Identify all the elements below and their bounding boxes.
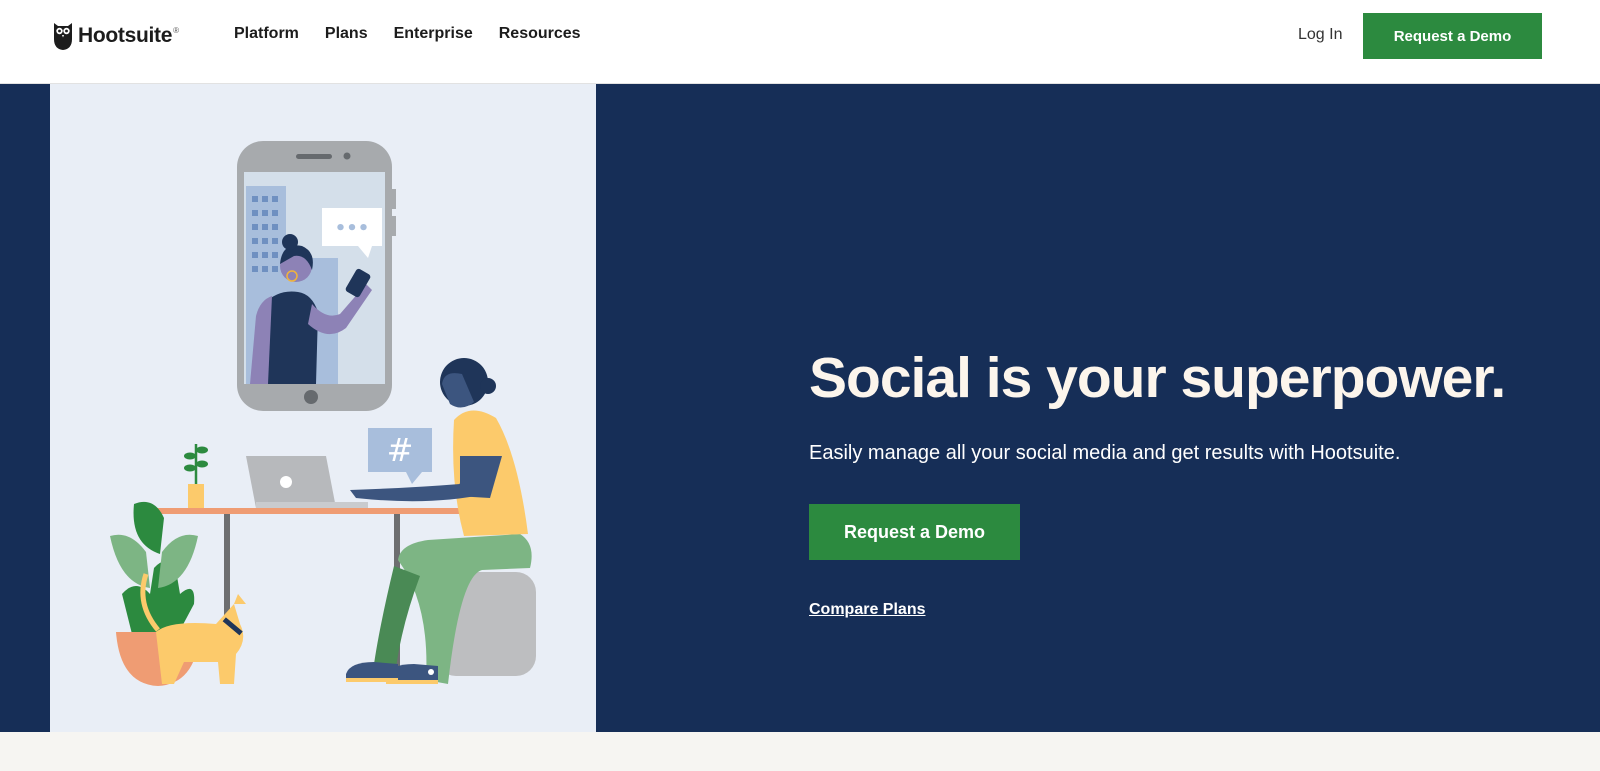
chat-bubble-text: •••: [335, 218, 370, 239]
logo-wordmark: Hootsuite: [78, 24, 173, 47]
registered-mark: ®: [173, 26, 180, 35]
compare-plans-link[interactable]: Compare Plans: [809, 599, 925, 621]
hero-illustration: ••• #: [50, 84, 596, 732]
owl-logo-icon: [54, 23, 72, 50]
hashtag-text: #: [387, 431, 414, 469]
request-demo-hero-button[interactable]: Request a Demo: [809, 504, 1020, 560]
nav-platform[interactable]: Platform: [234, 22, 299, 46]
top-navigation: Hootsuite ® Platform Plans Enterprise Re…: [0, 0, 1600, 84]
hootsuite-logo[interactable]: Hootsuite ®: [52, 20, 179, 52]
desk-top: [154, 508, 480, 514]
hero-section: ••• # Social is your superpower. Easily …: [0, 84, 1600, 732]
login-link[interactable]: Log In: [1298, 23, 1342, 47]
next-section-band: [0, 732, 1600, 771]
small-plant-pot: [188, 484, 204, 508]
nav-resources[interactable]: Resources: [499, 22, 581, 46]
nav-plans[interactable]: Plans: [325, 22, 368, 46]
hero-subheadline: Easily manage all your social media and …: [809, 442, 1401, 464]
main-nav: Platform Plans Enterprise Resources: [234, 22, 581, 46]
nav-enterprise[interactable]: Enterprise: [394, 22, 473, 46]
request-demo-nav-button[interactable]: Request a Demo: [1363, 13, 1542, 59]
hero-headline: Social is your superpower.: [809, 346, 1506, 410]
hero-illustration-svg: ••• #: [110, 141, 536, 686]
